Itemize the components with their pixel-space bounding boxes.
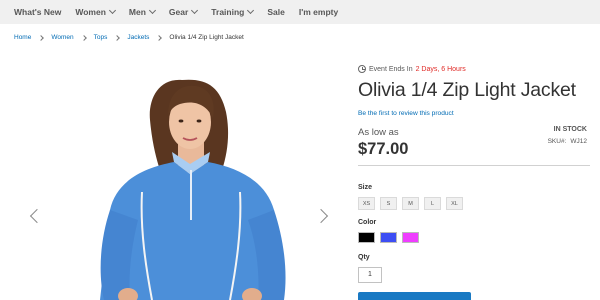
nav-item-label: Men xyxy=(128,7,146,17)
size-option-s[interactable]: S xyxy=(380,197,397,210)
breadcrumb-separator-icon xyxy=(80,34,87,41)
product-info: Event Ends In 2 Days, 6 Hours Olivia 1/4… xyxy=(358,0,590,300)
nav-item-label: I'm empty xyxy=(298,7,339,17)
chevron-down-icon xyxy=(247,6,255,15)
event-countdown: Event Ends In 2 Days, 6 Hours xyxy=(358,65,466,73)
sku-label: SKU#: xyxy=(547,138,567,145)
event-time: 2 Days, 6 Hours xyxy=(415,65,466,73)
chevron-left-icon[interactable] xyxy=(29,208,45,224)
chevron-right-icon[interactable] xyxy=(313,208,329,224)
nav-item-women[interactable]: Women xyxy=(75,0,116,24)
nav-item-sale[interactable]: Sale xyxy=(267,0,285,24)
nav-item-label: Sale xyxy=(267,7,285,17)
breadcrumb-tops[interactable]: Tops xyxy=(94,34,108,41)
breadcrumb-current: Olivia 1/4 Zip Light Jacket xyxy=(169,34,244,41)
color-option-purple[interactable] xyxy=(402,232,419,243)
nav-item-gear[interactable]: Gear xyxy=(168,0,199,24)
nav-item-label: Training xyxy=(211,7,245,17)
breadcrumb: Home Women Tops Jackets Olivia 1/4 Zip L… xyxy=(14,34,244,41)
product-title: Olivia 1/4 Zip Light Jacket xyxy=(358,79,576,101)
qty-label: Qty xyxy=(358,254,370,261)
size-option-xl[interactable]: XL xyxy=(446,197,463,210)
add-to-cart-button[interactable] xyxy=(358,292,471,300)
sku-value: WJ12 xyxy=(570,138,587,145)
qty-input[interactable]: 1 xyxy=(358,267,382,283)
size-label: Size xyxy=(358,184,373,191)
size-option-m[interactable]: M xyxy=(402,197,419,210)
review-link[interactable]: Be the first to review this product xyxy=(358,110,454,117)
divider xyxy=(358,165,590,166)
breadcrumb-separator-icon xyxy=(38,34,45,41)
sku: SKU#: WJ12 xyxy=(548,138,587,145)
color-option-blue[interactable] xyxy=(380,232,397,243)
event-prefix: Event Ends In xyxy=(369,65,413,73)
as-low-as-label: As low as xyxy=(358,127,399,138)
nav-item-training[interactable]: Training xyxy=(211,0,255,24)
clock-icon xyxy=(358,65,366,73)
size-options: XS S M L XL xyxy=(358,197,468,210)
nav-item-men[interactable]: Men xyxy=(128,0,156,24)
nav-item-label: Women xyxy=(75,7,106,17)
breadcrumb-separator-icon xyxy=(156,34,163,41)
breadcrumb-home[interactable]: Home xyxy=(14,34,31,41)
nav-item-im-empty[interactable]: I'm empty xyxy=(299,0,338,24)
size-option-xs[interactable]: XS xyxy=(358,197,375,210)
chevron-down-icon xyxy=(191,6,199,15)
color-options xyxy=(358,232,424,243)
nav-item-label: What's New xyxy=(14,7,62,17)
product-image xyxy=(100,79,286,300)
size-option-l[interactable]: L xyxy=(424,197,441,210)
nav-item-whats-new[interactable]: What's New xyxy=(14,0,61,24)
breadcrumb-separator-icon xyxy=(114,34,121,41)
color-option-black[interactable] xyxy=(358,232,375,243)
product-price: $77.00 xyxy=(358,140,409,158)
breadcrumb-jackets[interactable]: Jackets xyxy=(127,34,149,41)
color-label: Color xyxy=(358,219,377,226)
breadcrumb-women[interactable]: Women xyxy=(51,34,73,41)
nav-item-label: Gear xyxy=(168,7,189,17)
chevron-down-icon xyxy=(148,6,156,15)
chevron-down-icon xyxy=(108,6,116,15)
stock-status: IN STOCK xyxy=(553,126,587,133)
